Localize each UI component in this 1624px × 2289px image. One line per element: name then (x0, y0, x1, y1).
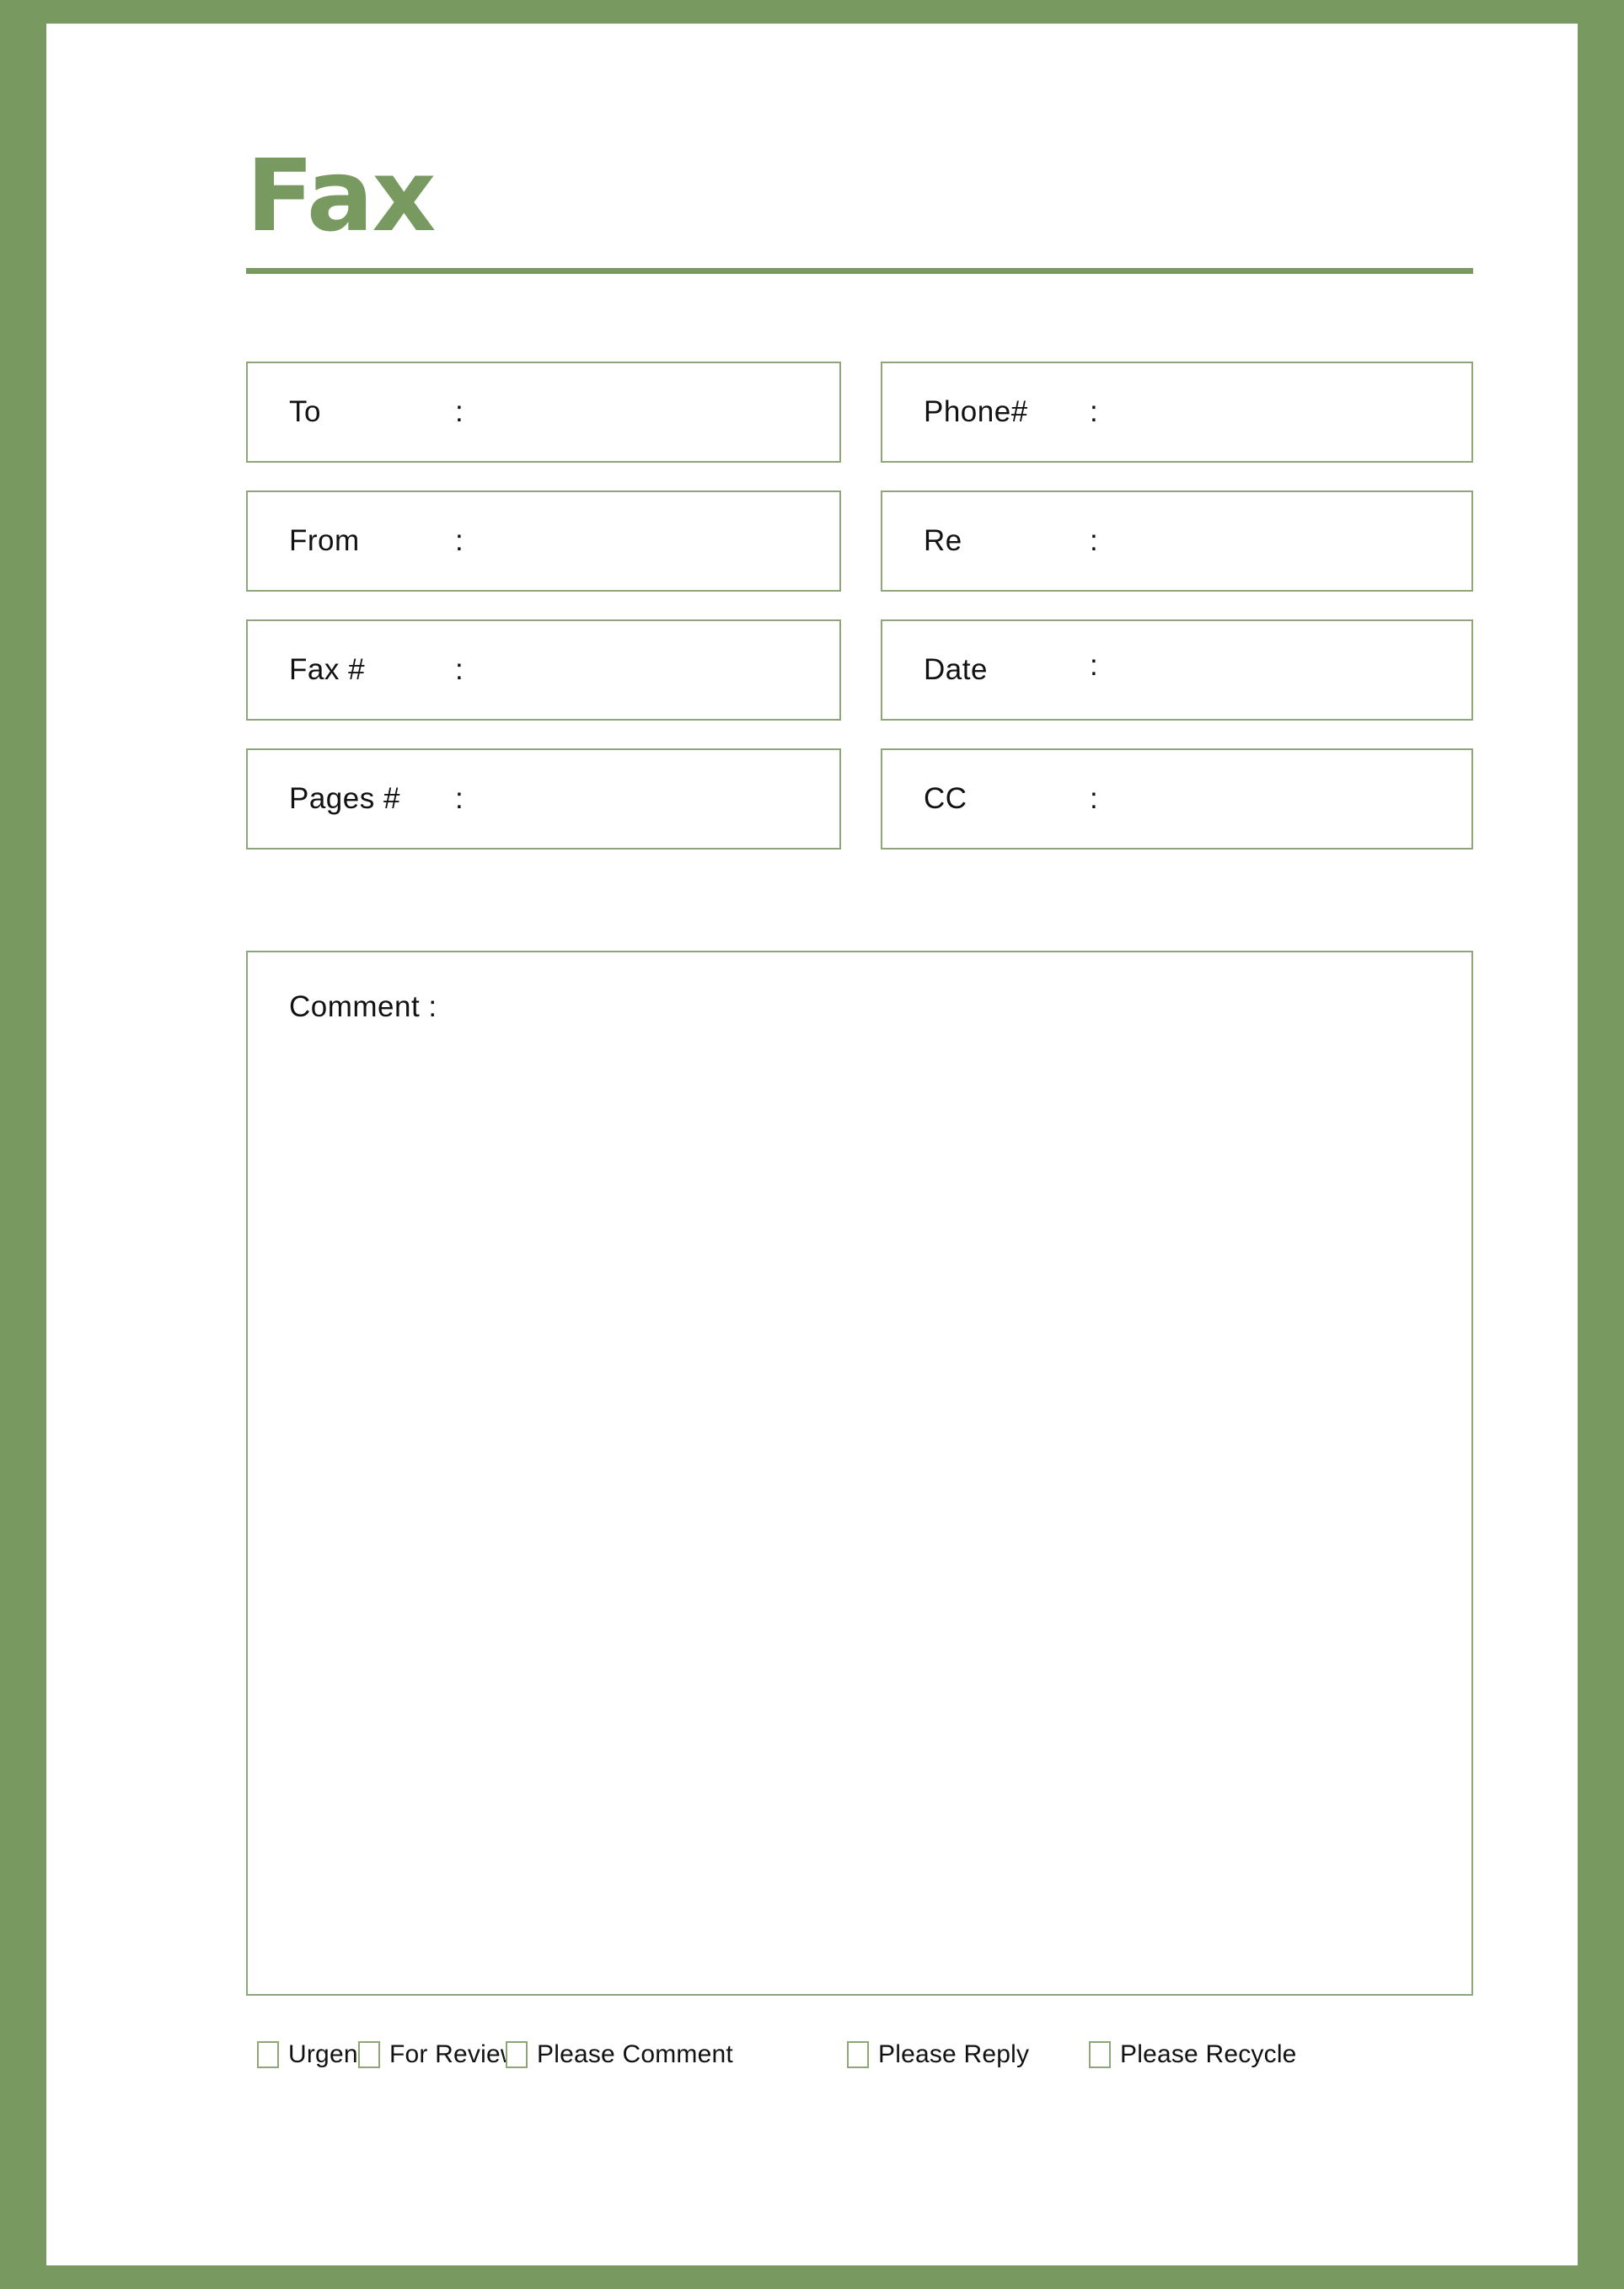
field-re-label: Re (924, 524, 962, 557)
field-phone[interactable]: Phone# : (881, 362, 1473, 463)
field-row: Fax # : Date : (246, 619, 1473, 721)
checkbox-icon[interactable] (506, 2041, 528, 2068)
field-cc[interactable]: CC : (881, 748, 1473, 850)
field-phone-label: Phone# (924, 395, 1028, 428)
fax-fields-grid: To : Phone# : From : Re : Fax #: Date:… (246, 362, 1473, 877)
field-row: To : Phone# : (246, 362, 1473, 463)
field-to-label: To (289, 395, 321, 428)
field-row: From : Re : (246, 490, 1473, 592)
comment-label: Comment : (289, 990, 437, 1023)
field-re-colon: : (1090, 524, 1098, 557)
field-to[interactable]: To : (246, 362, 841, 463)
field-date-label: Date (924, 653, 988, 686)
field-re[interactable]: Re : (881, 490, 1473, 592)
checkbox-icon[interactable] (1089, 2041, 1111, 2068)
checkbox-label: Please Comment (537, 2040, 733, 2068)
checkbox-label: Urgent (288, 2040, 366, 2068)
field-pages-colon: : (455, 782, 464, 815)
checkbox-icon[interactable] (257, 2041, 279, 2068)
field-fax-number-colon: : (455, 653, 464, 686)
field-date-colon: : (1090, 649, 1098, 683)
checkbox-option-please-comment[interactable]: Please Comment (506, 2040, 733, 2069)
page-title-block: Fax (246, 146, 1473, 245)
checkbox-icon[interactable] (847, 2041, 869, 2068)
field-from-label: From (289, 524, 360, 557)
field-pages[interactable]: Pages # : (246, 748, 841, 850)
comment-field[interactable]: Comment : (246, 951, 1473, 1996)
field-pages-label: Pages # (289, 782, 400, 815)
page-title: Fax (246, 137, 436, 254)
checkbox-label: Please Recycle (1120, 2040, 1297, 2068)
field-phone-colon: : (1090, 395, 1098, 428)
checkbox-option-urgent[interactable]: Urgent (257, 2040, 365, 2069)
page-sheet: Fax To : Phone# : From : Re: Fax #: Da… (46, 24, 1578, 2265)
field-fax-number[interactable]: Fax # : (246, 619, 841, 721)
field-cc-colon: : (1090, 782, 1098, 815)
field-cc-label: CC (924, 782, 967, 815)
checkbox-label: Please Reply (878, 2040, 1030, 2068)
checkbox-icon[interactable] (358, 2041, 380, 2068)
field-date[interactable]: Date : (881, 619, 1473, 721)
fax-cover-sheet: Fax To : Phone# : From : Re: Fax #: Da… (0, 0, 1624, 2289)
field-fax-number-label: Fax # (289, 653, 366, 686)
field-from-colon: : (455, 524, 464, 557)
field-to-colon: : (455, 395, 464, 428)
field-from[interactable]: From : (246, 490, 841, 592)
field-row: Pages # : CC : (246, 748, 1473, 850)
checkbox-label: For Review (389, 2040, 519, 2068)
checkbox-option-please-reply[interactable]: Please Reply (847, 2040, 1029, 2069)
checkbox-options-row: Urgent For Review Please Comment Please … (246, 2040, 1473, 2079)
checkbox-option-for-review[interactable]: For Review (358, 2040, 519, 2069)
checkbox-option-please-recycle[interactable]: Please Recycle (1089, 2040, 1297, 2069)
title-underline-rule (246, 268, 1473, 274)
